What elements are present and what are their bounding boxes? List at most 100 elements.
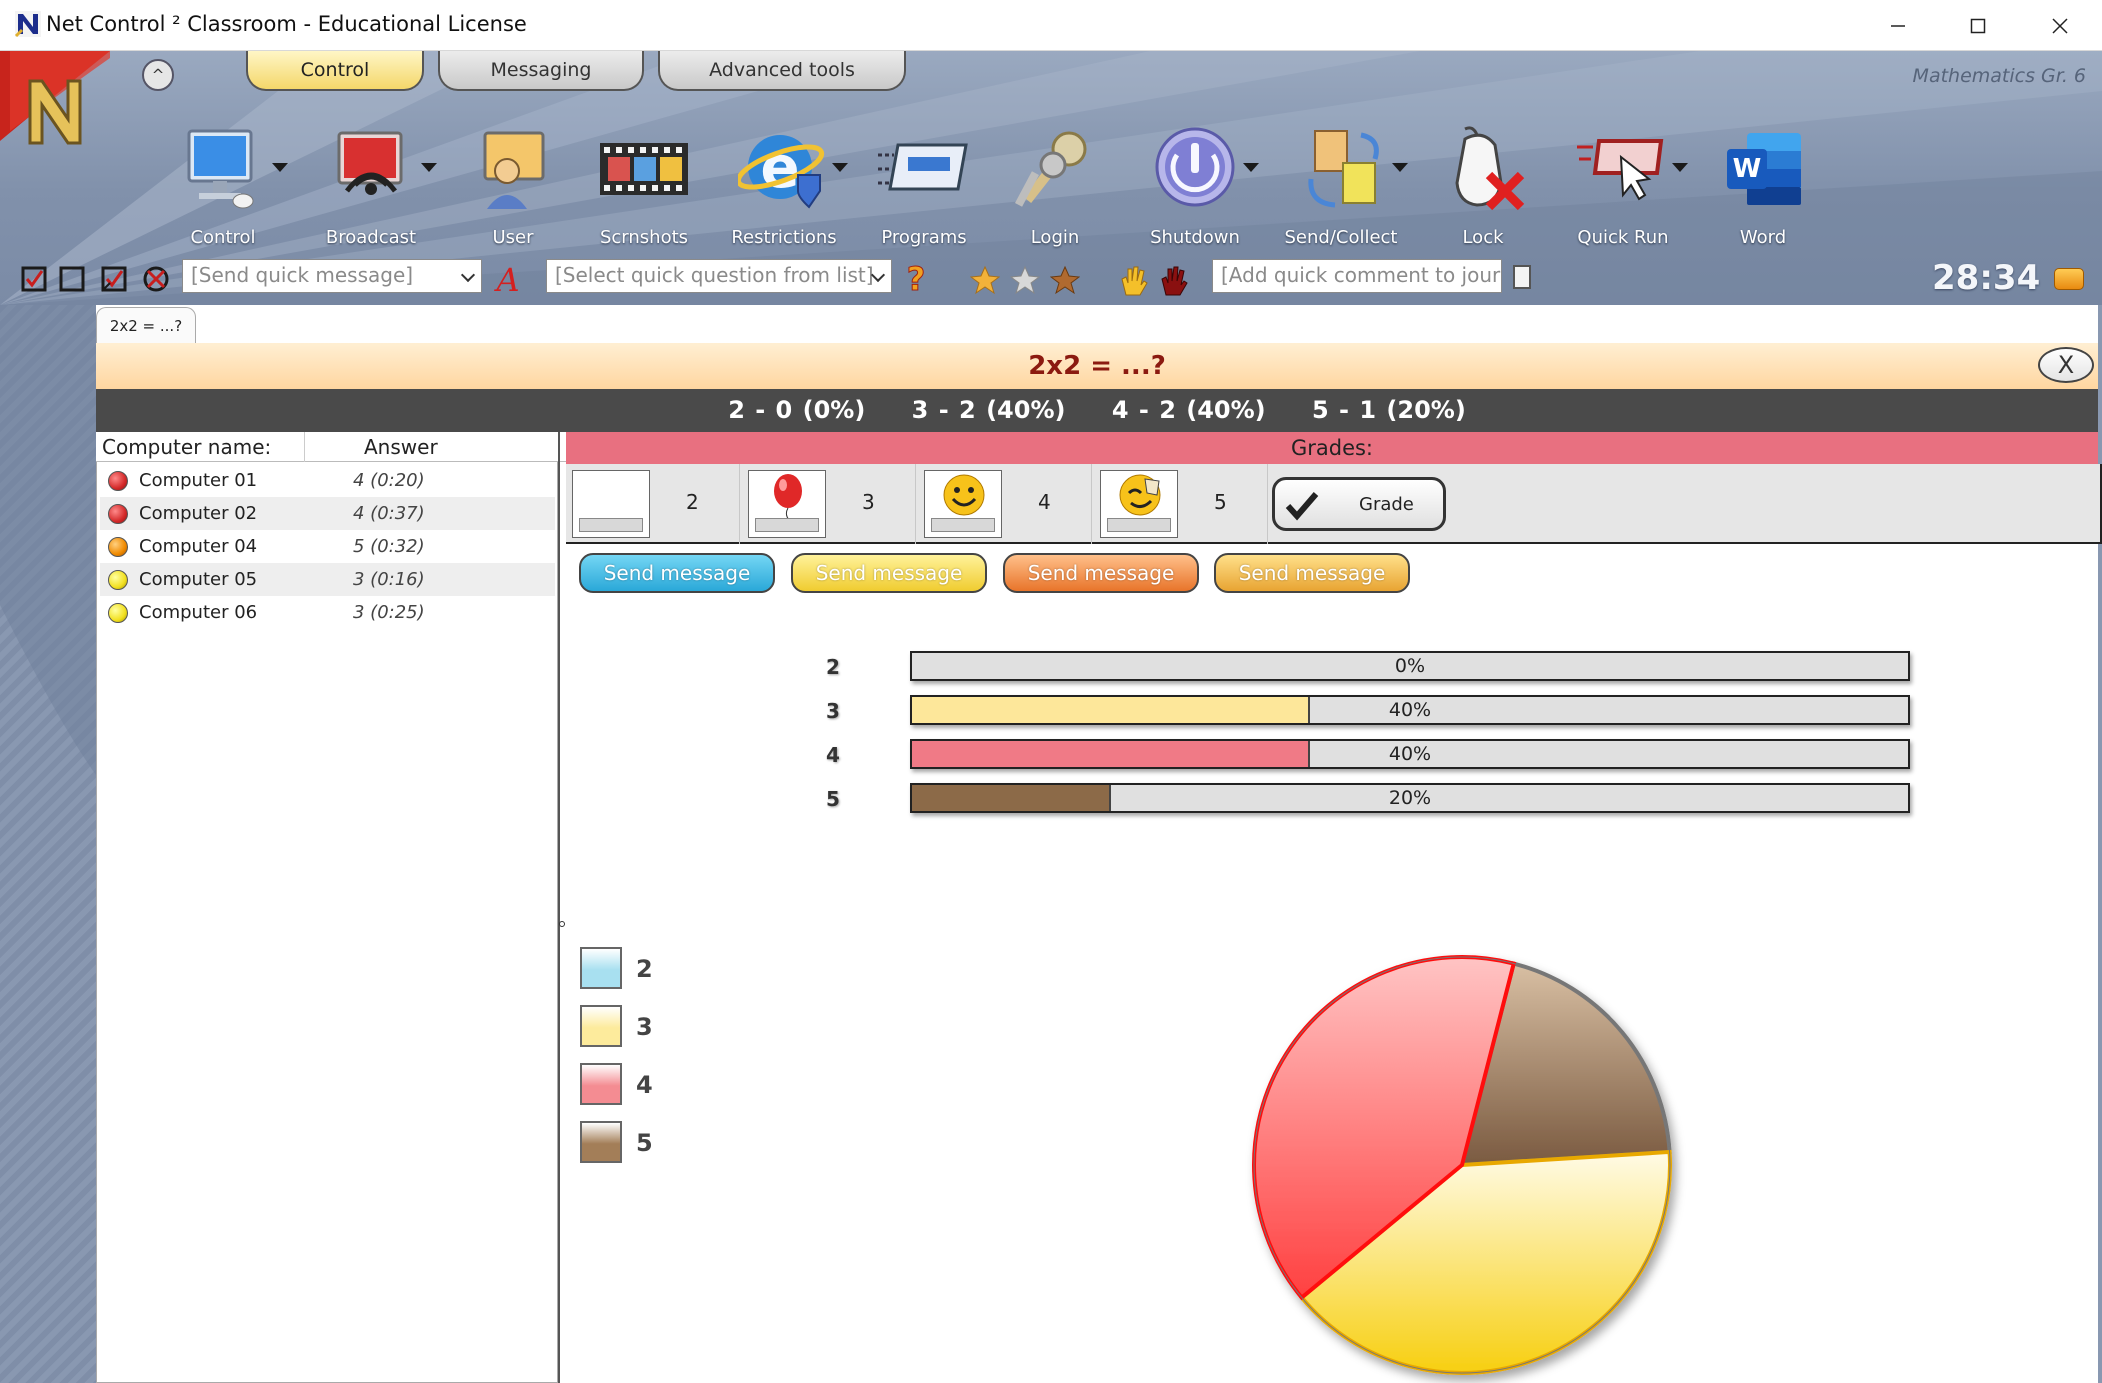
monitor-icon — [187, 129, 254, 209]
login-tool-label: Login — [1030, 227, 1080, 248]
grade-option-2[interactable]: 2 — [566, 464, 740, 544]
send-collect-dropdown-arrow[interactable] — [1392, 163, 1408, 172]
app-logo-icon — [14, 11, 41, 38]
lock-tool-button[interactable]: Lock — [1418, 125, 1548, 255]
programs-tool-button[interactable]: Programs — [859, 125, 989, 255]
control-dropdown-arrow[interactable] — [272, 163, 288, 172]
bar-label-3: 3 — [826, 699, 840, 723]
summary-grade-2: 2 - 0 (0%) — [728, 396, 866, 424]
broadcast-tool-label: Broadcast — [325, 227, 417, 248]
send-collect-tool-button[interactable]: Send/Collect — [1276, 125, 1406, 255]
question-document-tab[interactable]: 2x2 = ...? — [96, 307, 196, 343]
legend-label-2: 2 — [636, 955, 653, 983]
login-tool-button[interactable]: Login — [990, 125, 1120, 255]
status-dot-icon — [108, 537, 128, 557]
grade-value: 4 — [1038, 490, 1051, 514]
control-tool-button[interactable]: Control — [158, 125, 288, 255]
computer-name: Computer 05 — [139, 569, 258, 590]
list-item[interactable]: Computer 04 5 (0:32) — [100, 530, 555, 563]
grade-value: 3 — [862, 490, 875, 514]
shutdown-dropdown-arrow[interactable] — [1243, 163, 1259, 172]
svg-text:W: W — [1733, 154, 1762, 184]
tab-advanced-tools[interactable]: Advanced tools — [658, 51, 906, 91]
close-window-button[interactable] — [2020, 0, 2100, 51]
broadcast-dropdown-arrow[interactable] — [421, 163, 437, 172]
svg-text:A: A — [493, 261, 519, 295]
screenshots-tool-button[interactable]: Scrnshots — [579, 125, 709, 255]
tab-control[interactable]: Control — [246, 51, 424, 91]
grade-option-5[interactable]: 5 — [1094, 464, 1268, 544]
tray-icon[interactable] — [2054, 268, 2084, 290]
send-message-grade-2-button[interactable]: Send message — [579, 553, 775, 593]
grade-value: 5 — [1214, 490, 1227, 514]
computer-answer: 3 (0:25) — [353, 602, 425, 623]
maximize-button[interactable] — [1938, 0, 2018, 51]
tab-messaging[interactable]: Messaging — [438, 51, 644, 91]
broadcast-tool-button[interactable]: Broadcast — [306, 125, 436, 255]
column-header-computer-name[interactable]: Computer name: — [102, 435, 271, 459]
restrictions-tool-button[interactable]: e Restrictions — [719, 125, 849, 255]
bar-label-4: 4 — [826, 743, 840, 767]
quick-message-placeholder: [Send quick message] — [191, 263, 414, 287]
question-mark-icon[interactable]: ? — [900, 260, 932, 294]
bar-percent: 20% — [1388, 787, 1432, 809]
svg-text:e: e — [760, 133, 799, 201]
font-style-icon[interactable]: A — [492, 261, 524, 295]
send-collect-tool-label: Send/Collect — [1284, 227, 1398, 248]
keys-icon — [1015, 131, 1087, 207]
list-item[interactable]: Computer 02 4 (0:37) — [100, 497, 555, 530]
computer-answer: 3 (0:16) — [353, 569, 425, 590]
window-title: Net Control ² Classroom - Educational Li… — [46, 12, 527, 36]
invert-selection-checkbox-icon[interactable] — [100, 265, 128, 293]
column-header-answer[interactable]: Answer — [364, 435, 438, 459]
splitter-handle[interactable] — [559, 921, 565, 927]
raised-hand-yellow-icon[interactable] — [1118, 265, 1148, 297]
close-icon — [2052, 17, 2068, 34]
raised-hand-red-icon[interactable] — [1158, 265, 1188, 297]
minimize-button[interactable] — [1858, 0, 1938, 51]
list-item[interactable]: Computer 01 4 (0:20) — [100, 464, 555, 497]
shutdown-tool-label: Shutdown — [1150, 227, 1240, 248]
blank-icon — [572, 470, 650, 538]
shutdown-tool-button[interactable]: Shutdown — [1130, 125, 1260, 255]
window-titlebar: Net Control ² Classroom - Educational Li… — [0, 0, 2102, 51]
question-title: 2x2 = ...? — [1028, 351, 1166, 381]
send-message-grade-3-button[interactable]: Send message — [791, 553, 987, 593]
status-dot-icon — [108, 570, 128, 590]
bar-percent: 40% — [1388, 743, 1432, 765]
select-none-checkbox-icon[interactable] — [58, 265, 86, 293]
quick-question-combo[interactable]: [Select quick question from list] — [546, 259, 892, 293]
grade-option-4[interactable]: 4 — [918, 464, 1092, 544]
gold-star-icon[interactable] — [970, 265, 1000, 295]
quick-run-tool-button[interactable]: Quick Run — [1558, 125, 1688, 255]
journal-comment-input[interactable]: [Add quick comment to journal] — [1212, 259, 1502, 293]
grade-value: 2 — [686, 490, 699, 514]
column-separator[interactable] — [304, 432, 305, 462]
word-icon: W — [1727, 133, 1801, 205]
send-message-grade-5-button[interactable]: Send message — [1214, 553, 1410, 593]
legend-label-3: 3 — [636, 1013, 653, 1041]
computer-name: Computer 01 — [139, 470, 258, 491]
collapse-ribbon-button[interactable]: ^ — [142, 59, 174, 91]
netcontrol-logo-icon — [0, 51, 110, 145]
lock-mouse-icon — [1455, 126, 1525, 211]
journal-note-icon[interactable] — [1512, 264, 1532, 290]
silver-star-icon[interactable] — [1010, 265, 1040, 295]
bronze-star-icon[interactable] — [1050, 265, 1080, 295]
restrictions-dropdown-arrow[interactable] — [832, 163, 848, 172]
word-tool-button[interactable]: W Word — [1698, 125, 1828, 255]
grade-option-3[interactable]: 3 — [742, 464, 916, 544]
status-dot-icon — [108, 603, 128, 623]
send-message-grade-4-button[interactable]: Send message — [1003, 553, 1199, 593]
close-question-button[interactable]: X — [2038, 347, 2094, 383]
quick-run-dropdown-arrow[interactable] — [1672, 163, 1688, 172]
user-tool-button[interactable]: User — [448, 125, 578, 255]
list-item[interactable]: Computer 06 3 (0:25) — [100, 596, 555, 629]
grade-button[interactable]: Grade — [1272, 477, 1446, 531]
select-all-checkbox-icon[interactable] — [20, 265, 48, 293]
quick-message-combo[interactable]: [Send quick message] — [182, 259, 482, 293]
computer-answer-list: Computer 01 4 (0:20) Computer 02 4 (0:37… — [96, 462, 558, 1383]
panel-splitter[interactable] — [558, 432, 560, 1383]
select-offline-icon[interactable] — [142, 265, 170, 293]
list-item[interactable]: Computer 05 3 (0:16) — [100, 563, 555, 596]
